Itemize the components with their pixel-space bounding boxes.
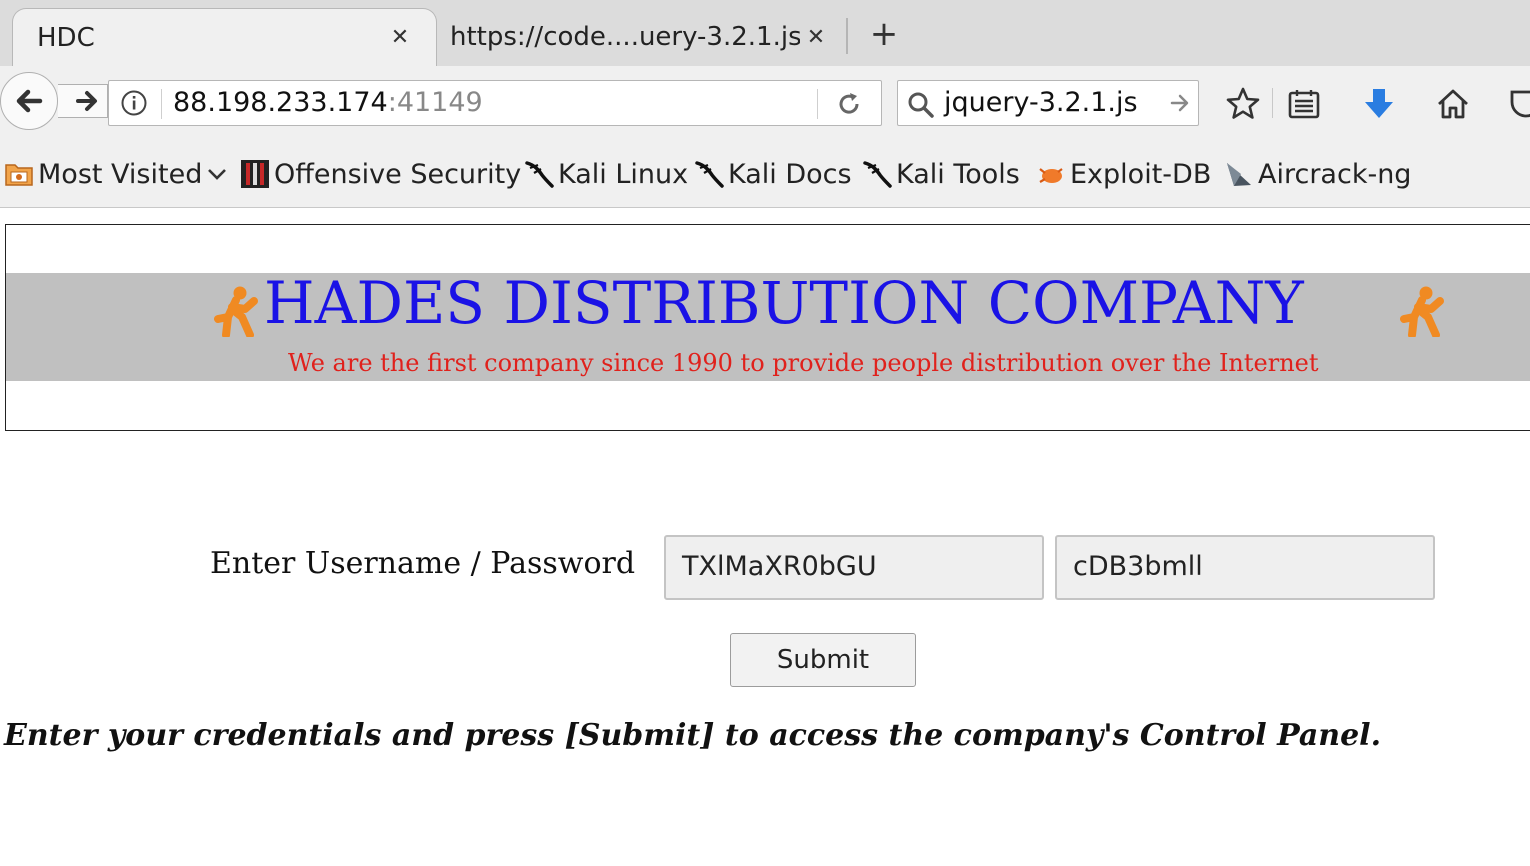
back-forward-group (0, 70, 110, 132)
aircrack-icon (1227, 163, 1251, 186)
address-bar[interactable]: 88.198.233.174:41149 (108, 80, 882, 126)
url-divider (161, 89, 162, 119)
reload-icon[interactable] (835, 90, 863, 118)
home-icon[interactable] (1435, 86, 1471, 122)
arrow-right-icon (76, 91, 97, 111)
url-text[interactable]: 88.198.233.174:41149 (173, 87, 483, 118)
kali-dragon-icon (525, 161, 554, 188)
bookmark-label: Exploit-DB (1070, 158, 1212, 190)
instruction-text: Enter your credentials and press [Submit… (4, 718, 1382, 753)
tab-jquery-source[interactable]: https://code....uery-3.2.1.js ✕ (450, 8, 840, 66)
tab-title: https://code....uery-3.2.1.js (450, 22, 800, 52)
url-port: :41149 (387, 87, 483, 118)
tab-separator (846, 18, 848, 54)
download-icon[interactable] (1361, 86, 1397, 122)
company-title: HADES DISTRIBUTION COMPANY (264, 269, 1304, 337)
url-divider (817, 89, 818, 119)
tab-hdc[interactable]: HDC ✕ (12, 8, 437, 66)
forward-button[interactable] (58, 84, 108, 118)
company-header: HADES DISTRIBUTION COMPANY We are the fi… (5, 224, 1530, 431)
bookmark-offensive-security[interactable]: Offensive Security (240, 156, 521, 192)
offsec-icon (241, 160, 269, 188)
reader-list-icon[interactable] (1286, 86, 1322, 122)
kali-dragon-icon (863, 161, 892, 188)
navigation-toolbar: 88.198.233.174:41149 jquery-3.2.1.js (0, 66, 1530, 140)
bookmarks-toolbar: Most Visited Offensive Security Kali Lin… (0, 140, 1530, 208)
close-tab-icon[interactable]: ✕ (384, 25, 416, 50)
kali-dragon-icon (695, 161, 724, 188)
search-go-icon[interactable] (1168, 91, 1192, 115)
bookmark-label: Offensive Security (274, 158, 522, 190)
bookmark-label: Kali Linux (558, 158, 689, 190)
bookmark-kali-tools[interactable]: Kali Tools (862, 156, 1020, 192)
star-icon[interactable] (1225, 86, 1261, 122)
toolbar-separator (1272, 88, 1273, 118)
bookmark-label: Kali Docs (728, 158, 852, 190)
chevron-down-icon (208, 169, 227, 180)
close-tab-icon[interactable]: ✕ (800, 25, 832, 50)
company-tagline: We are the first company since 1990 to p… (288, 349, 1319, 377)
url-host: 88.198.233.174 (173, 87, 388, 118)
folder-icon (5, 164, 33, 186)
username-field[interactable]: TXlMaXR0bGU (664, 535, 1044, 600)
login-label: Enter Username / Password (210, 546, 636, 581)
password-field[interactable]: cDB3bmll (1055, 535, 1435, 600)
bookmark-exploit-db[interactable]: Exploit-DB (1036, 156, 1211, 192)
back-button[interactable] (0, 72, 58, 130)
exploitdb-icon (1039, 168, 1063, 183)
info-icon[interactable] (121, 90, 147, 116)
arrow-left-icon (16, 89, 43, 113)
bookmark-most-visited[interactable]: Most Visited (4, 156, 228, 192)
bookmark-label: Aircrack-ng (1258, 158, 1412, 190)
running-man-icon (1400, 286, 1444, 337)
tab-title: HDC (37, 22, 95, 53)
tab-strip: HDC ✕ https://code....uery-3.2.1.js ✕ + (0, 0, 1530, 66)
bookmark-kali-docs[interactable]: Kali Docs (694, 156, 852, 192)
submit-button[interactable]: Submit (730, 633, 916, 687)
running-man-icon (214, 286, 258, 337)
bookmark-label: Most Visited (38, 158, 203, 190)
bookmark-aircrack-ng[interactable]: Aircrack-ng (1224, 156, 1411, 192)
bookmark-label: Kali Tools (896, 158, 1020, 190)
search-bar[interactable]: jquery-3.2.1.js (897, 80, 1199, 126)
new-tab-button[interactable]: + (866, 14, 902, 54)
search-input[interactable]: jquery-3.2.1.js (944, 87, 1138, 118)
bookmark-kali-linux[interactable]: Kali Linux (524, 156, 688, 192)
pocket-icon[interactable] (1508, 86, 1530, 122)
search-icon (908, 92, 934, 118)
